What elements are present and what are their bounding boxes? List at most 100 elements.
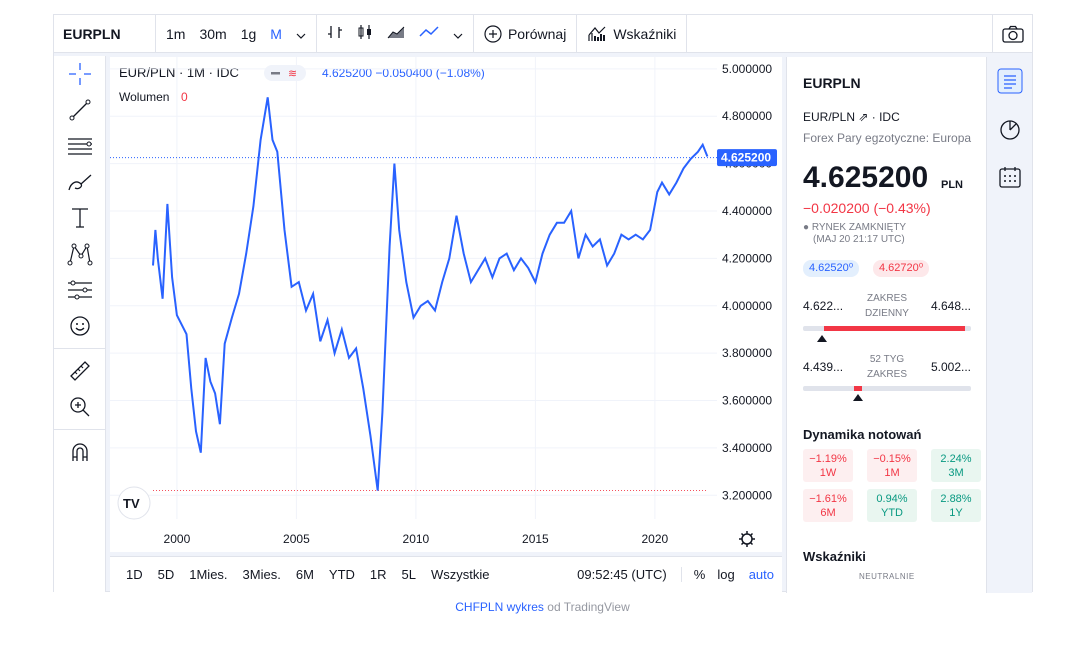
attribution-link[interactable]: CHFPLN wykres [455, 600, 544, 614]
y-tick-label: 4.800000 [722, 109, 772, 123]
volume-label: Wolumen [119, 90, 169, 104]
symbol-search-button[interactable]: EURPLN [54, 15, 156, 52]
performance-cell[interactable]: −1.19% 1W [803, 449, 853, 482]
camera-icon[interactable] [992, 15, 1032, 53]
performance-cell[interactable]: 2.24% 3M [931, 449, 981, 482]
performance-value: 0.94% [876, 493, 908, 505]
tradingview-logo[interactable]: TV [117, 486, 151, 520]
candles-icon[interactable] [357, 24, 373, 43]
status-text: RYNEK ZAMKNIĘTY [811, 222, 907, 233]
y-tick-label: 3.400000 [722, 441, 772, 455]
timeframe-1g[interactable]: 1g [241, 26, 257, 42]
timeframe-30m[interactable]: 30m [199, 26, 226, 42]
day-low: 4.622... [803, 299, 844, 313]
range-1mies[interactable]: 1Mies. [189, 567, 227, 582]
bid-badge: 4.62520⁰ [803, 260, 860, 277]
prediction-icon[interactable] [54, 272, 106, 308]
x-tick-label: 2020 [642, 532, 669, 546]
legend-quote: 4.625200 −0.050400 (−1.08%) [322, 66, 485, 80]
performance-value: 2.24% [940, 453, 972, 465]
ruler-icon[interactable] [54, 353, 106, 389]
indicators-button[interactable]: Wskaźniki [577, 15, 688, 52]
panel-description: Forex Pary egzotyczne: Europa [803, 131, 972, 145]
indicators-icon [588, 26, 606, 41]
performance-value: −1.19% [809, 453, 847, 465]
legend-pair: EUR/PLN · 1M · IDC [119, 65, 239, 80]
range-1d[interactable]: 1D [126, 567, 143, 582]
range-6m[interactable]: 6M [296, 567, 314, 582]
performance-cell[interactable]: −0.15% 1M [867, 449, 917, 482]
svg-text:TV: TV [123, 496, 140, 511]
timeframe-1m[interactable]: 1m [166, 26, 185, 42]
day-range-bar [803, 326, 971, 331]
technicals-title: Wskaźniki [803, 549, 866, 564]
bars-icon[interactable] [327, 24, 343, 43]
w52-range-fill [854, 386, 863, 391]
range-5l[interactable]: 5L [402, 567, 416, 582]
divider [54, 429, 105, 430]
performance-period: 1W [819, 467, 837, 479]
auto-toggle[interactable]: auto [749, 567, 782, 582]
y-tick-label: 4.000000 [722, 299, 772, 313]
range-5d[interactable]: 5D [158, 567, 175, 582]
settings-gear-icon[interactable] [739, 531, 755, 547]
performance-period: 3M [948, 467, 964, 479]
indicators-label: Wskaźniki [613, 25, 677, 42]
day-range-label2: DZIENNY [865, 308, 909, 319]
chevron-down-icon[interactable] [296, 26, 306, 42]
plus-circle-icon [484, 24, 502, 43]
details-icon[interactable] [987, 57, 1033, 105]
magnet-icon[interactable] [54, 434, 106, 470]
chart-axes: 5.0000004.8000004.6000004.4000004.200000… [164, 62, 773, 546]
market-status: ● RYNEK ZAMKNIĘTY (MAJ 20 21:17 UTC) [803, 222, 906, 246]
drawing-toolbar [54, 56, 106, 592]
volume-value: 0 [181, 90, 188, 104]
chevron-down-icon[interactable] [453, 26, 463, 42]
day-range-fill [823, 326, 965, 331]
range-all[interactable]: Wszystkie [431, 567, 490, 582]
brush-icon[interactable] [54, 164, 106, 200]
pattern-icon[interactable] [54, 236, 106, 272]
crosshair-icon[interactable] [54, 56, 106, 92]
range-1r[interactable]: 1R [370, 567, 387, 582]
performance-cell[interactable]: −1.61% 6M [803, 489, 853, 522]
emoji-icon[interactable] [54, 308, 106, 344]
x-tick-label: 2015 [522, 532, 549, 546]
timeframe-m[interactable]: M [270, 26, 282, 42]
range-ytd[interactable]: YTD [329, 567, 355, 582]
performance-cell[interactable]: 0.94% YTD [867, 489, 917, 522]
legend-eye-toggle[interactable]: ≋ [264, 65, 306, 81]
area-icon[interactable] [387, 24, 405, 43]
price-chart[interactable]: EUR/PLN · 1M · IDC ≋ 4.625200 −0.050400 … [110, 57, 782, 552]
fib-icon[interactable] [54, 128, 106, 164]
zoom-in-icon[interactable] [54, 389, 106, 425]
log-toggle[interactable]: log [717, 567, 748, 582]
w52-range-bar [803, 386, 971, 391]
trend-line-icon[interactable] [54, 92, 106, 128]
svg-text:≋: ≋ [288, 68, 297, 80]
y-tick-label: 3.800000 [722, 346, 772, 360]
panel-price: 4.625200 [803, 161, 929, 194]
panel-change: −0.020200 (−0.43%) [803, 200, 931, 216]
range-3mies[interactable]: 3Mies. [243, 567, 281, 582]
chart-area[interactable]: EUR/PLN · 1M · IDC ≋ 4.625200 −0.050400 … [110, 57, 782, 552]
line-icon[interactable] [419, 24, 439, 43]
clock-time[interactable]: 09:52:45 (UTC) [577, 567, 682, 582]
hotlist-icon[interactable] [987, 105, 1033, 153]
status-time: (MAJ 20 21:17 UTC) [813, 234, 905, 245]
percent-toggle[interactable]: % [682, 567, 718, 582]
ask-badge: 4.62720⁰ [873, 260, 930, 277]
x-tick-label: 2000 [164, 532, 191, 546]
compare-button[interactable]: Porównaj [474, 15, 578, 52]
divider [54, 348, 105, 349]
text-icon[interactable] [54, 200, 106, 236]
performance-cell[interactable]: 2.88% 1Y [931, 489, 981, 522]
date-range-bar: 1D 5D 1Mies. 3Mies. 6M YTD 1R 5L Wszystk… [110, 556, 782, 592]
top-toolbar: EURPLN 1m 30m 1g M Porównaj Wskaźniki [54, 15, 1032, 53]
calendar-icon[interactable] [987, 153, 1033, 201]
performance-title: Dynamika notowań [803, 427, 922, 442]
panel-exchange-link[interactable]: EUR/PLN ⇗ · IDC [803, 110, 900, 124]
x-tick-label: 2010 [403, 532, 430, 546]
timeframe-group: 1m 30m 1g M [156, 15, 317, 52]
compare-label: Porównaj [507, 25, 567, 42]
